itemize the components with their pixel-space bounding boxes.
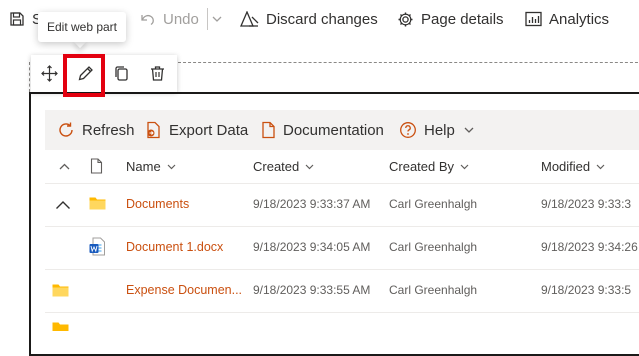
created-column-label: Created (253, 158, 300, 174)
chevron-down-icon (596, 164, 605, 169)
copy-icon (114, 66, 128, 81)
refresh-icon (59, 122, 73, 137)
table-row[interactable]: Expense Documen... 9/18/2023 9:33:55 AM … (45, 270, 639, 312)
chevron-down-icon (464, 127, 474, 133)
move-webpart-button[interactable] (31, 55, 67, 92)
row-modified: 9/18/2023 9:34:26 (541, 240, 638, 254)
folder-icon (52, 322, 69, 331)
documentation-button[interactable]: Documentation (261, 110, 384, 150)
created-by-column-label: Created By (389, 158, 455, 174)
discard-changes-label: Discard changes (266, 10, 378, 28)
discard-changes-button[interactable]: Discard changes (240, 0, 378, 38)
save-icon (10, 12, 24, 26)
refresh-button[interactable]: Refresh (57, 110, 135, 150)
export-data-label: Export Data (169, 121, 249, 139)
trash-icon (150, 66, 164, 81)
name-column-header[interactable]: Name (126, 150, 177, 182)
delete-webpart-button[interactable] (139, 55, 175, 92)
list-command-bar: Refresh Export Data Documentation Help (45, 110, 639, 150)
analytics-icon (525, 11, 542, 27)
row-name[interactable]: Documents (126, 194, 189, 214)
row-created-by: Carl Greenhalgh (389, 240, 478, 254)
edit-webpart-tooltip: Edit web part (38, 12, 126, 42)
duplicate-webpart-button[interactable] (103, 55, 139, 92)
collapse-all-button[interactable] (58, 150, 71, 182)
created-by-column-header[interactable]: Created By (389, 150, 470, 182)
row-modified: 9/18/2023 9:33:5 (541, 283, 632, 297)
row-name[interactable]: Expense Documen... (126, 280, 242, 300)
section-dashed-border (29, 62, 30, 92)
undo-dropdown-button[interactable] (211, 0, 230, 38)
chevron-up-icon[interactable] (55, 198, 71, 212)
table-row[interactable]: Document 1.docx 9/18/2023 9:34:05 AM Car… (45, 227, 639, 269)
help-button[interactable]: Help (399, 110, 482, 150)
word-doc-icon (89, 237, 105, 256)
row-created-by: Carl Greenhalgh (389, 283, 478, 297)
modified-column-label: Modified (541, 158, 591, 174)
file-type-icon (90, 158, 103, 174)
discard-icon (240, 10, 259, 27)
chevron-down-icon (167, 164, 176, 169)
chevron-up-icon (59, 163, 70, 169)
help-label: Help (424, 121, 455, 139)
page-details-label: Page details (421, 10, 504, 28)
table-row[interactable]: Documents 9/18/2023 9:33:37 AM Carl Gree… (45, 184, 639, 226)
row-created: 9/18/2023 9:34:05 AM (253, 240, 371, 254)
chevron-down-icon (460, 164, 469, 169)
created-column-header[interactable]: Created (253, 150, 315, 182)
documentation-label: Documentation (283, 121, 384, 139)
folder-icon (89, 197, 106, 210)
export-data-button[interactable]: Export Data (145, 110, 248, 150)
name-column-label: Name (126, 158, 161, 174)
undo-divider (207, 8, 208, 30)
help-icon (400, 122, 416, 138)
row-name[interactable]: Document 1.docx (126, 237, 223, 257)
row-modified: 9/18/2023 9:33:3 (541, 197, 632, 211)
chevron-down-icon (305, 164, 314, 169)
row-created: 9/18/2023 9:33:55 AM (253, 283, 371, 297)
document-icon (262, 121, 275, 139)
move-icon (40, 65, 58, 82)
row-divider (45, 312, 639, 313)
modified-column-header[interactable]: Modified (541, 150, 606, 182)
undo-label: Undo (163, 10, 199, 28)
refresh-label: Refresh (82, 121, 135, 139)
row-created-by: Carl Greenhalgh (389, 197, 478, 211)
file-type-column-header[interactable] (90, 150, 103, 182)
export-icon (147, 121, 160, 139)
tooltip-text: Edit web part (46, 20, 118, 34)
undo-button[interactable]: Undo (139, 0, 199, 38)
edit-button-highlight (63, 54, 105, 97)
gear-icon (398, 12, 413, 26)
analytics-button[interactable]: Analytics (525, 0, 609, 38)
page-details-button[interactable]: Page details (397, 0, 504, 38)
undo-icon (141, 14, 154, 26)
folder-icon (52, 284, 69, 297)
section-dashed-border-top (178, 62, 639, 63)
chevron-down-icon (212, 16, 222, 22)
row-created: 9/18/2023 9:33:37 AM (253, 197, 371, 211)
analytics-label: Analytics (549, 10, 610, 28)
